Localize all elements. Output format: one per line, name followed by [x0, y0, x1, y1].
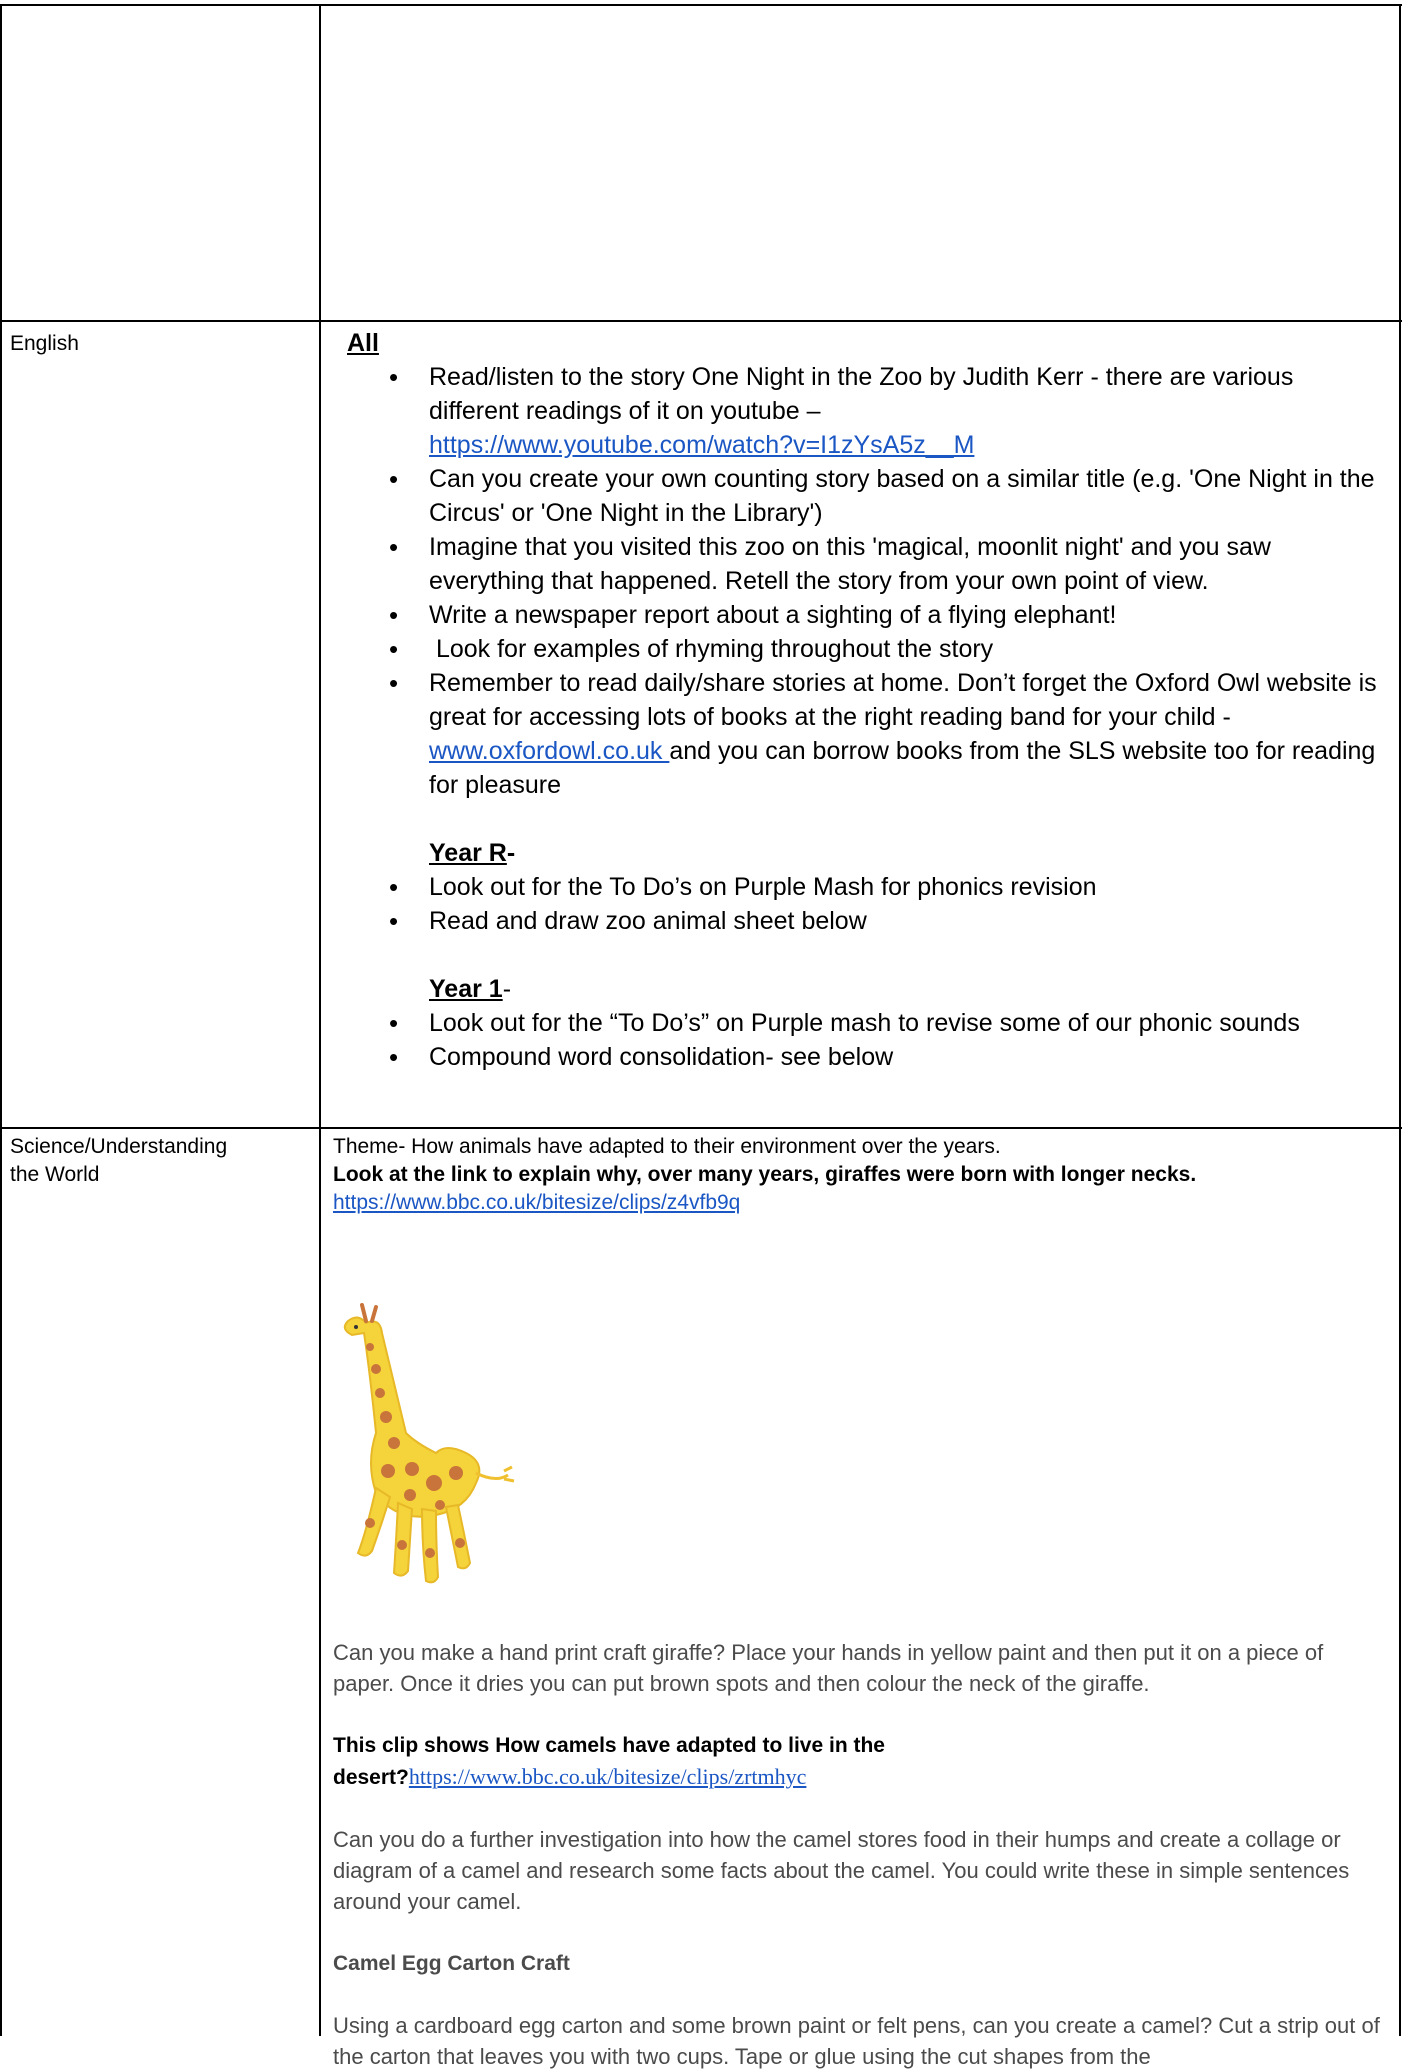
- english-subject-label: English: [10, 332, 79, 355]
- year-r-task-list: Look out for the To Do’s on Purple Mash …: [333, 870, 1385, 938]
- list-item: Compound word consolidation- see below: [333, 1040, 1385, 1074]
- camel-craft-instructions: Using a cardboard egg carton and some br…: [333, 2013, 1380, 2069]
- list-item: Read and draw zoo animal sheet below: [333, 904, 1385, 938]
- giraffe-leg-3: [420, 1507, 440, 1584]
- year-1-heading: Year 1: [429, 975, 503, 1003]
- camel-craft-heading: Camel Egg Carton Craft: [333, 1952, 570, 1975]
- camel-bbc-link[interactable]: https://www.bbc.co.uk/bitesize/clips/zrt…: [409, 1764, 807, 1789]
- giraffe-body-shape: [343, 1316, 481, 1518]
- handprint-instructions: Can you make a hand print craft giraffe?…: [333, 1640, 1324, 1696]
- task-text: Read and draw zoo animal sheet below: [429, 907, 867, 935]
- task-text: Can you create your own counting story b…: [429, 465, 1375, 527]
- camel-clip-text: This clip shows How camels have adapted …: [333, 1730, 933, 1793]
- list-item: Look for examples of rhyming throughout …: [333, 632, 1385, 666]
- table-right-border: [1399, 4, 1401, 2036]
- year-1-suffix: -: [502, 975, 512, 1003]
- year-r-heading: Year R: [429, 839, 507, 867]
- list-item: Can you create your own counting story b…: [333, 462, 1385, 530]
- task-text: Imagine that you visited this zoo on thi…: [429, 533, 1271, 595]
- list-item: Write a newspaper report about a sightin…: [333, 598, 1385, 632]
- reading-text-1: Remember to read daily/share stories at …: [429, 669, 1377, 731]
- handprint-giraffe-image: [343, 1303, 515, 1584]
- list-item: Look out for the To Do’s on Purple Mash …: [333, 870, 1385, 904]
- youtube-link[interactable]: https://www.youtube.com/watch?v=I1zYsA5z…: [429, 431, 974, 459]
- english-content: All Read/listen to the story One Night i…: [333, 326, 1385, 1074]
- giraffe-horns: [360, 1303, 378, 1323]
- table-left-border: [0, 4, 2, 2036]
- theme-text: Theme- How animals have adapted to their…: [333, 1135, 1001, 1158]
- all-task-list: Read/listen to the story One Night in th…: [333, 360, 1385, 802]
- giraffe-bbc-link[interactable]: https://www.bbc.co.uk/bitesize/clips/z4v…: [333, 1191, 740, 1214]
- row-divider-science: [0, 1127, 1402, 1129]
- list-item: Read/listen to the story One Night in th…: [333, 360, 1385, 462]
- task-text: Look out for the “To Do’s” on Purple mas…: [429, 1009, 1300, 1037]
- camel-investigation-text: Can you do a further investigation into …: [333, 1827, 1350, 1914]
- year-1-heading-row: Year 1-: [333, 972, 1385, 1006]
- task-text: Read/listen to the story One Night in th…: [429, 363, 1294, 425]
- oxford-owl-link[interactable]: www.oxfordowl.co.uk: [429, 737, 669, 765]
- science-subject-line-1: Science/Understanding: [10, 1135, 228, 1158]
- giraffe-leg-2: [392, 1501, 414, 1577]
- all-heading: All: [347, 329, 379, 357]
- english-all-heading-row: All: [333, 326, 1385, 360]
- year-r-heading-row: Year R-: [333, 836, 1385, 870]
- table-column-divider: [319, 4, 321, 2036]
- science-content: Theme- How animals have adapted to their…: [333, 1133, 1385, 2072]
- row-divider-english: [0, 320, 1402, 322]
- science-subject-line-2: the World: [10, 1163, 100, 1186]
- task-text: Look for examples of rhyming throughout …: [429, 635, 994, 663]
- year-1-task-list: Look out for the “To Do’s” on Purple mas…: [333, 1006, 1385, 1074]
- list-item: Imagine that you visited this zoo on thi…: [333, 530, 1385, 598]
- giraffe-tail: [475, 1465, 515, 1483]
- task-text: Write a newspaper report about a sightin…: [429, 601, 1117, 629]
- year-r-suffix: -: [506, 839, 516, 867]
- science-subject-label: Science/Understanding the World: [10, 1133, 227, 1189]
- giraffe-eye: [354, 1325, 358, 1329]
- giraffe-question: Look at the link to explain why, over ma…: [333, 1163, 1197, 1186]
- list-item: Look out for the “To Do’s” on Purple mas…: [333, 1006, 1385, 1040]
- list-item: Remember to read daily/share stories at …: [333, 666, 1385, 802]
- table-top-border: [0, 4, 1402, 6]
- giraffe-leg-4: [444, 1503, 472, 1570]
- giraffe-image-area: [333, 1217, 1385, 1637]
- task-text: Compound word consolidation- see below: [429, 1043, 894, 1071]
- task-text: Look out for the To Do’s on Purple Mash …: [429, 873, 1097, 901]
